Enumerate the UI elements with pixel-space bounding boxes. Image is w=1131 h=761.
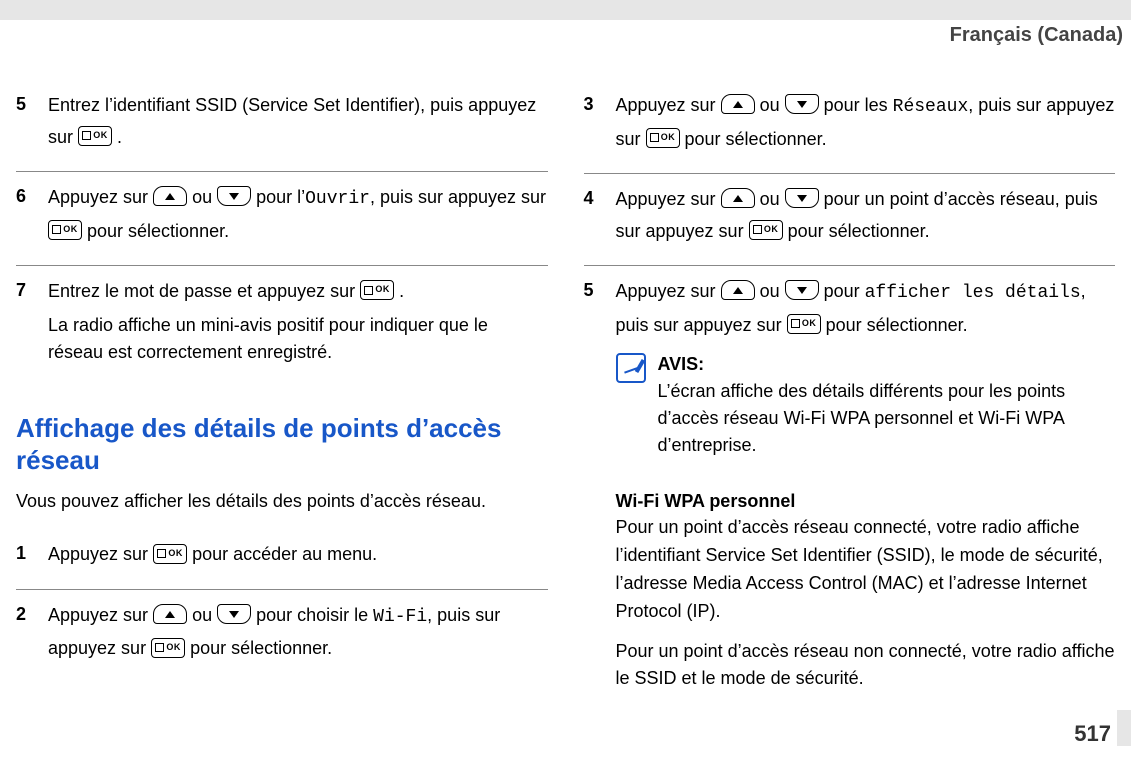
ok-button-icon bbox=[646, 128, 680, 148]
ok-button-icon bbox=[153, 544, 187, 564]
step-extra: La radio affiche un mini-avis positif po… bbox=[48, 312, 548, 366]
ok-button-icon bbox=[787, 314, 821, 334]
step-number: 5 bbox=[16, 90, 34, 157]
step-list-c: 3Appuyez sur ou pour les Réseaux, puis s… bbox=[584, 80, 1116, 473]
mono-text: afficher les détails bbox=[865, 283, 1081, 303]
arrow-up-icon bbox=[153, 186, 187, 206]
mono-text: Ouvrir bbox=[305, 189, 370, 209]
step-text: Entrez l’identifiant SSID (Service Set I… bbox=[48, 90, 548, 153]
arrow-up-icon bbox=[153, 604, 187, 624]
step: 4Appuyez sur ou pour un point d’accès ré… bbox=[584, 174, 1116, 266]
note-icon bbox=[616, 353, 646, 383]
step-body: Appuyez sur ou pour choisir le Wi-Fi, pu… bbox=[48, 600, 548, 669]
sub-heading: Wi-Fi WPA personnel bbox=[616, 491, 1116, 512]
step-text: Appuyez sur ou pour un point d’accès rés… bbox=[616, 184, 1116, 247]
step: 7Entrez le mot de passe et appuyez sur .… bbox=[16, 266, 548, 384]
step-body: Appuyez sur ou pour un point d’accès rés… bbox=[616, 184, 1116, 251]
step-body: Appuyez sur ou pour les Réseaux, puis su… bbox=[616, 90, 1116, 159]
step-body: Appuyez sur ou pour l’Ouvrir, puis sur a… bbox=[48, 182, 548, 251]
step-body: Entrez l’identifiant SSID (Service Set I… bbox=[48, 90, 548, 157]
header-language: Français (Canada) bbox=[950, 24, 1123, 47]
step: 1 Appuyez sur pour accéder au menu. bbox=[16, 529, 548, 590]
left-column: 5Entrez l’identifiant SSID (Service Set … bbox=[16, 80, 548, 705]
side-tab bbox=[1117, 710, 1131, 746]
ok-button-icon bbox=[360, 280, 394, 300]
step-number: 7 bbox=[16, 276, 34, 370]
step-number: 3 bbox=[584, 90, 602, 159]
step-text: Entrez le mot de passe et appuyez sur . bbox=[48, 276, 548, 308]
arrow-up-icon bbox=[721, 94, 755, 114]
ok-button-icon bbox=[749, 220, 783, 240]
step-body: Appuyez sur ou pour afficher les détails… bbox=[616, 276, 1116, 459]
step: 5Appuyez sur ou pour afficher les détail… bbox=[584, 266, 1116, 473]
step: 3Appuyez sur ou pour les Réseaux, puis s… bbox=[584, 80, 1116, 174]
arrow-up-icon bbox=[721, 280, 755, 300]
ok-button-icon bbox=[78, 126, 112, 146]
step: 2Appuyez sur ou pour choisir le Wi-Fi, p… bbox=[16, 590, 548, 683]
arrow-down-icon bbox=[217, 604, 251, 624]
step-number: 5 bbox=[584, 276, 602, 459]
step-number: 2 bbox=[16, 600, 34, 669]
step-number: 1 bbox=[16, 539, 34, 575]
step-text: Appuyez sur pour accéder au menu. bbox=[48, 539, 548, 571]
arrow-down-icon bbox=[217, 186, 251, 206]
step-text: Appuyez sur ou pour l’Ouvrir, puis sur a… bbox=[48, 182, 548, 247]
ok-button-icon bbox=[48, 220, 82, 240]
step-number: 4 bbox=[584, 184, 602, 251]
step-body: Entrez le mot de passe et appuyez sur . L… bbox=[48, 276, 548, 370]
step-text: Appuyez sur ou pour les Réseaux, puis su… bbox=[616, 90, 1116, 155]
page-number: 517 bbox=[1074, 721, 1111, 747]
step-text: Appuyez sur ou pour choisir le Wi-Fi, pu… bbox=[48, 600, 548, 665]
top-bar bbox=[0, 0, 1131, 20]
sub-paragraph-2: Pour un point d’accès réseau non connect… bbox=[616, 638, 1116, 694]
section-title: Affichage des détails de points d’accès … bbox=[16, 412, 548, 477]
arrow-up-icon bbox=[721, 188, 755, 208]
step-list-a: 5Entrez l’identifiant SSID (Service Set … bbox=[16, 80, 548, 384]
arrow-down-icon bbox=[785, 188, 819, 208]
step: 6Appuyez sur ou pour l’Ouvrir, puis sur … bbox=[16, 172, 548, 266]
step-text: Appuyez sur ou pour afficher les détails… bbox=[616, 276, 1116, 341]
step-body: Appuyez sur pour accéder au menu. bbox=[48, 539, 548, 575]
arrow-down-icon bbox=[785, 280, 819, 300]
step: 5Entrez l’identifiant SSID (Service Set … bbox=[16, 80, 548, 172]
ok-button-icon bbox=[151, 638, 185, 658]
section-intro: Vous pouvez afficher les détails des poi… bbox=[16, 487, 548, 516]
page-content: 5Entrez l’identifiant SSID (Service Set … bbox=[0, 20, 1131, 725]
mono-text: Wi-Fi bbox=[373, 607, 427, 627]
note-body: AVIS:L’écran affiche des détails différe… bbox=[658, 351, 1116, 459]
step-number: 6 bbox=[16, 182, 34, 251]
mono-text: Réseaux bbox=[893, 97, 969, 117]
arrow-down-icon bbox=[785, 94, 819, 114]
note-label: AVIS: bbox=[658, 351, 1116, 378]
sub-paragraph-1: Pour un point d’accès réseau connecté, v… bbox=[616, 514, 1116, 626]
step-list-b: 1 Appuyez sur pour accéder au menu. 2Appuy… bbox=[16, 529, 548, 683]
note-text: L’écran affiche des détails différents p… bbox=[658, 378, 1116, 459]
note: AVIS:L’écran affiche des détails différe… bbox=[616, 351, 1116, 459]
right-column: 3Appuyez sur ou pour les Réseaux, puis s… bbox=[584, 80, 1116, 705]
